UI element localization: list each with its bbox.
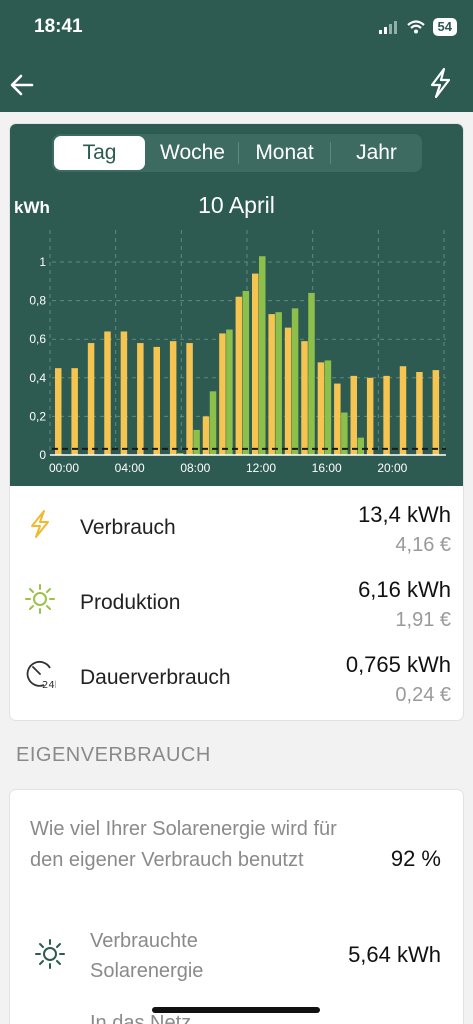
consumption-bar [252, 273, 259, 455]
self-consumption-card: Wie viel Ihrer Solarenergie wird für den… [10, 790, 463, 1024]
y-tick-label: 1 [39, 255, 46, 269]
used-solar-value: 5,64 kWh [348, 942, 441, 967]
production-bar [291, 308, 299, 455]
x-tick-label: 20:00 [377, 461, 407, 475]
metric-row-baseload[interactable]: 24h Dauerverbrauch 0,765 kWh 0,24 € [10, 650, 463, 720]
consumption-bar [55, 368, 62, 455]
consumption-bar [366, 377, 374, 455]
consumption-bar [137, 343, 144, 455]
x-tick-label: 16:00 [312, 461, 342, 475]
metric-cost: 0,24 € [395, 684, 451, 706]
consumption-bar [284, 327, 292, 455]
metric-cost: 4,16 € [395, 534, 451, 556]
production-bar [324, 360, 332, 455]
production-bar [193, 429, 200, 455]
consumption-bar [432, 370, 440, 455]
consumption-bar [301, 341, 308, 455]
metric-row-consumption[interactable]: Verbrauch 13,4 kWh 4,16 € [10, 500, 463, 575]
x-tick-label: 12:00 [246, 461, 276, 475]
consumption-bar [120, 331, 128, 455]
x-tick-label: 04:00 [115, 461, 145, 475]
lightning-icon [31, 510, 49, 538]
back-button[interactable] [8, 70, 36, 100]
y-tick-label: 0 [39, 448, 46, 462]
consumption-card: Tag Woche Monat Jahr kWh 10 April 0 0,2 0,… [10, 124, 463, 720]
metric-label: Verbrauch [80, 516, 176, 539]
x-tick-label: 08:00 [180, 461, 210, 475]
metric-row-production[interactable]: Produktion 6,16 kWh 1,91 € [10, 575, 463, 650]
production-bar [242, 290, 250, 455]
production-bar [357, 437, 364, 455]
y-tick-label: 0,2 [29, 409, 46, 423]
grid-feed-label: In das Netz [90, 1012, 192, 1024]
self-consumption-question: Wie viel Ihrer Solarenergie wird für den… [30, 818, 337, 871]
wifi-icon [406, 20, 425, 34]
consumption-bar [317, 362, 325, 455]
consumption-bar [235, 296, 243, 455]
consumption-bar [153, 346, 160, 455]
sun-icon [35, 939, 65, 969]
home-indicator [152, 1007, 320, 1013]
consumption-bar [399, 366, 407, 455]
production-bar [259, 256, 266, 455]
production-bar [209, 391, 217, 455]
battery-indicator: 54 [432, 18, 457, 36]
consumption-bar [87, 343, 95, 455]
production-bar [226, 329, 233, 455]
metric-value: 0,765 kWh [345, 652, 451, 677]
consumption-bar [334, 383, 341, 455]
self-consumption-percent: 92 % [390, 846, 441, 871]
y-tick-label: 0,6 [29, 332, 46, 346]
consumption-bar [186, 343, 193, 455]
clock-24h-icon: 24h [26, 661, 56, 690]
status-time: 18:41 [34, 16, 83, 37]
consumption-bar [350, 375, 357, 455]
metric-value: 6,16 kWh [358, 577, 451, 602]
production-bar [308, 292, 315, 455]
consumption-bar [104, 331, 111, 455]
status-icons: 54 [378, 18, 457, 36]
production-bar [275, 312, 282, 455]
y-tick-label: 0,4 [29, 371, 46, 385]
sun-icon [25, 584, 55, 614]
consumption-bar [416, 372, 423, 455]
consumption-bar [219, 333, 226, 455]
chart-panel: Tag Woche Monat Jahr kWh 10 April 0 0,2 0,… [10, 124, 463, 486]
energy-bar-chart[interactable]: 0 0,2 0,4 0,6 0,8 1 00:00 04:00 08:00 12:00 16:00 2… [10, 124, 463, 486]
metric-cost: 1,91 € [395, 609, 451, 631]
section-title-self-consumption: EIGENVERBRAUCH [16, 744, 211, 766]
svg-text:24h: 24h [42, 680, 56, 690]
metric-label: Produktion [80, 591, 181, 614]
metric-value: 13,4 kWh [358, 502, 451, 527]
app-header: 18:41 54 [0, 0, 473, 112]
metric-label: Dauerverbrauch [80, 666, 231, 689]
used-solar-label: Verbrauchte Solarenergie [90, 930, 204, 982]
consumption-bar [383, 375, 390, 455]
signal-icon [378, 21, 397, 34]
consumption-bar [169, 341, 177, 455]
consumption-bar [268, 314, 275, 455]
consumption-bar [71, 368, 78, 455]
y-tick-label: 0,8 [29, 294, 46, 308]
x-tick-label: 00:00 [49, 461, 79, 475]
lightning-button[interactable] [425, 66, 455, 100]
